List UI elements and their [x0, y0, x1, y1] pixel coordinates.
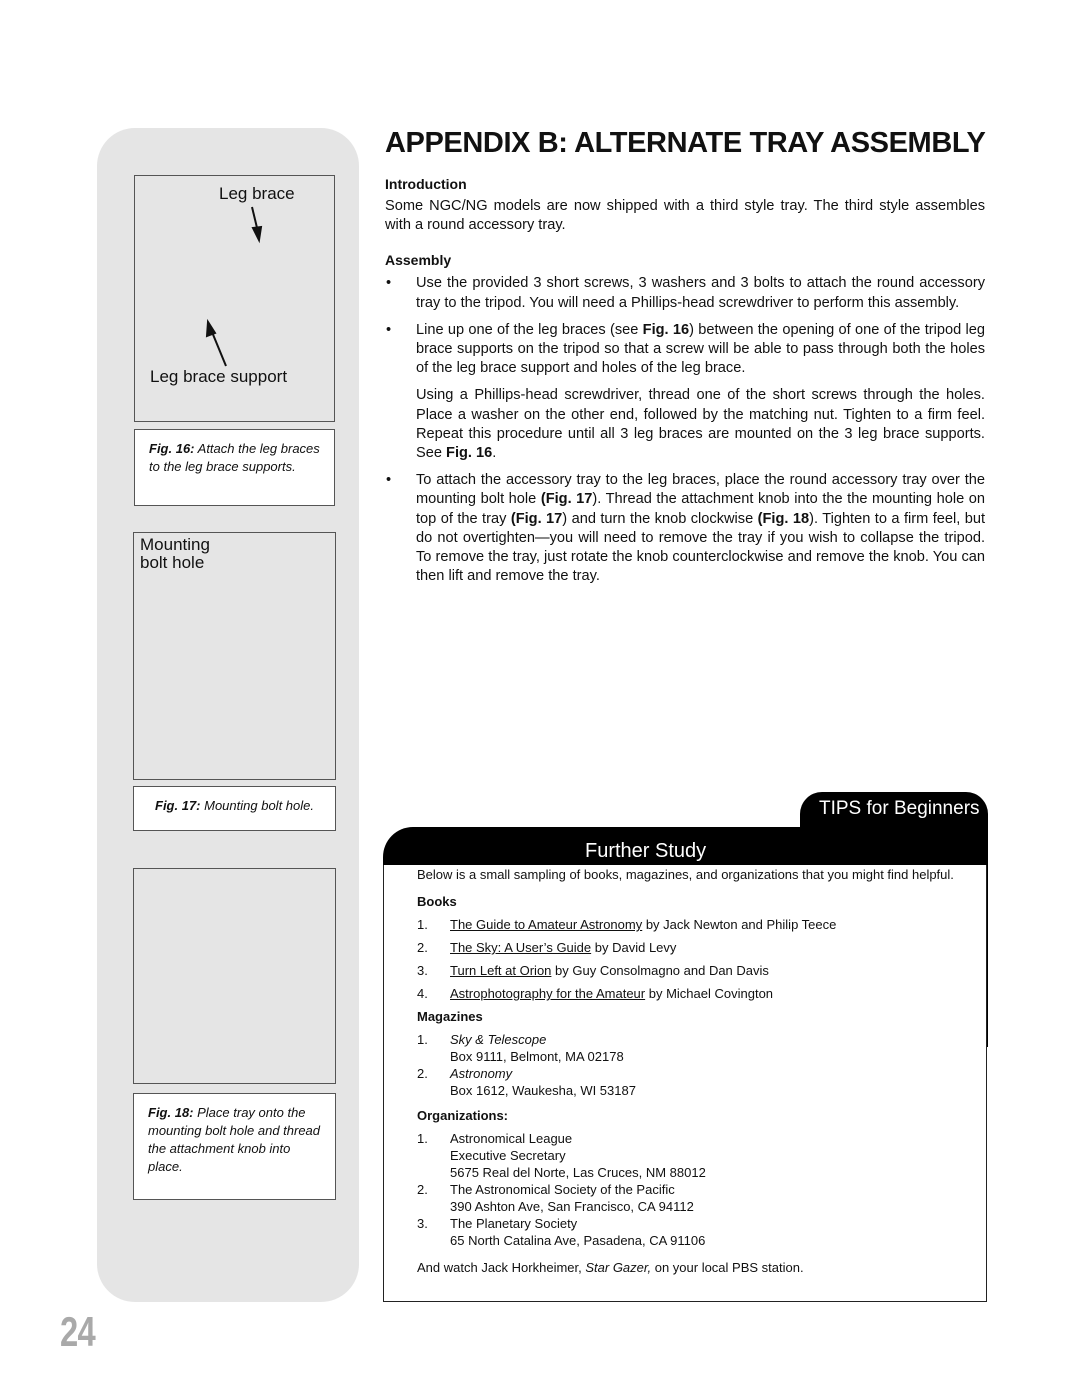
book-number: 2. [417, 940, 428, 955]
book-title-link[interactable]: Astrophotography for the Amateur [450, 986, 645, 1001]
organization-number: 3. [417, 1216, 428, 1231]
book-author: by Guy Consolmagno and Dan Davis [551, 963, 769, 978]
magazine-number: 2. [417, 1066, 428, 1081]
figure-16-caption: Fig. 16: Attach the leg braces to the le… [134, 429, 335, 506]
further-study-content: Below is a small sampling of books, maga… [417, 866, 977, 1276]
further-study-intro: Below is a small sampling of books, maga… [417, 867, 954, 882]
fig-17-reference: (Fig. 17 [510, 510, 563, 527]
closing-text-a: And watch Jack Horkheimer, [417, 1260, 586, 1275]
organizations-list: 1. Astronomical League Executive Secretary… [417, 1130, 977, 1249]
fig-18-reference: (Fig. 18 [757, 510, 810, 527]
introduction-text: Some NGC/NG models are now shipped with … [385, 198, 985, 234]
magazine-item: 2. Astronomy Box 1612, Waukesha, WI 53187 [417, 1065, 977, 1099]
tips-tab-label: TIPS for Beginners [819, 798, 980, 819]
book-title-link[interactable]: The Guide to Amateur Astronomy [450, 917, 642, 932]
assembly-step-2-detail-text-a: Using a Phillips-head screwdriver, threa… [416, 387, 985, 462]
assembly-step-1-text: Use the provided 3 short screws, 3 washe… [416, 275, 985, 311]
page-title: APPENDIX B: ALTERNATE TRAY ASSEMBLY [385, 127, 986, 159]
book-number: 4. [417, 986, 428, 1001]
further-study-title: Further Study [585, 840, 707, 862]
figure-18-caption: Fig. 18: Place tray onto the mounting bo… [133, 1093, 336, 1200]
book-author: by Michael Covington [645, 986, 774, 1001]
organizations-heading: Organizations: [417, 1108, 509, 1123]
book-item: 4. Astrophotography for the Amateur by Mi… [417, 985, 977, 1002]
page-number: 24 [60, 1308, 96, 1355]
magazine-number: 1. [417, 1032, 428, 1047]
books-list: 1. The Guide to Amateur Astronomy by Jack… [417, 916, 977, 1002]
fig-16-reference: Fig. 16 [446, 445, 493, 462]
magazine-address: Box 9111, Belmont, MA 02178 [450, 1049, 624, 1064]
further-study-header: Further Study [383, 827, 988, 865]
fig-17-reference: (Fig. 17 [540, 491, 593, 508]
figure-17-label-line1: Mounting [140, 535, 210, 554]
organization-item: 1. Astronomical League Executive Secretary… [417, 1130, 977, 1181]
book-author: by Jack Newton and Philip Teece [642, 917, 837, 932]
introduction-heading: Introduction [385, 176, 467, 192]
magazine-item: 1. Sky & Telescope Box 9111, Belmont, MA 0… [417, 1031, 977, 1065]
organization-address-line: Executive Secretary [450, 1148, 566, 1163]
book-title-link[interactable]: The Sky: A User’s Guide [450, 940, 591, 955]
organization-name: The Planetary Society [450, 1216, 578, 1231]
figure-18-image [133, 868, 336, 1084]
organization-name: Astronomical League [450, 1131, 573, 1146]
magazines-list: 1. Sky & Telescope Box 9111, Belmont, MA 0… [417, 1031, 977, 1099]
main-content: APPENDIX B: ALTERNATE TRAY ASSEMBLY Intr… [385, 126, 986, 586]
assembly-step-2-detail-text-b: . [492, 445, 497, 462]
organization-number: 1. [417, 1131, 428, 1146]
bullet-icon: • [386, 472, 392, 489]
figure-17-caption: Fig. 17: Mounting bolt hole. [133, 786, 336, 831]
figure-17-caption-number: Fig. 17: [155, 798, 201, 813]
organization-name: The Astronomical Society of the Pacific [450, 1182, 675, 1197]
bullet-icon: • [386, 321, 392, 338]
figure-16-caption-number: Fig. 16: [149, 441, 195, 456]
assembly-step-2-text-a: Line up one of the leg braces (see [416, 321, 643, 338]
book-number: 1. [417, 917, 428, 932]
books-heading: Books [417, 894, 457, 909]
figure-18-caption-number: Fig. 18: [148, 1105, 194, 1120]
organization-address-line: 65 North Catalina Ave, Pasadena, CA 9110… [450, 1233, 706, 1248]
figure-17-caption-text: Mounting bolt hole. [200, 798, 314, 813]
magazine-name: Astronomy [450, 1066, 513, 1081]
magazine-address: Box 1612, Waukesha, WI 53187 [450, 1083, 636, 1098]
assembly-step-2-detail: Using a Phillips-head screwdriver, threa… [385, 386, 985, 463]
book-item: 2. The Sky: A User’s Guide by David Levy [417, 939, 977, 956]
organization-item: 2. The Astronomical Society of the Pacifi… [417, 1181, 977, 1215]
book-item: 1. The Guide to Amateur Astronomy by Jack… [417, 916, 977, 933]
star-gazer-show: Star Gazer, [585, 1260, 652, 1275]
assembly-heading: Assembly [385, 252, 452, 269]
book-title-link[interactable]: Turn Left at Orion [450, 963, 551, 978]
book-author: by David Levy [591, 940, 677, 955]
magazine-name: Sky & Telescope [450, 1032, 547, 1047]
book-item: 3. Turn Left at Orion by Guy Consolmagno … [417, 962, 977, 979]
organization-item: 3. The Planetary Society 65 North Catalina… [417, 1215, 977, 1249]
closing-note: And watch Jack Horkheimer, Star Gazer, o… [417, 1259, 977, 1276]
assembly-step-1: • Use the provided 3 short screws, 3 was… [385, 274, 985, 312]
organization-address-line: 5675 Real del Norte, Las Cruces, NM 8801… [450, 1165, 706, 1180]
closing-text-b: on your local PBS station. [651, 1260, 804, 1275]
figure-17-label-line2: bolt hole [140, 553, 205, 572]
bullet-icon: • [386, 275, 392, 292]
fig-16-reference: Fig. 16 [642, 321, 690, 338]
book-number: 3. [417, 963, 428, 978]
magazines-heading: Magazines [417, 1009, 483, 1024]
organization-number: 2. [417, 1182, 428, 1197]
assembly-step-3: • To attach the accessory tray to the le… [385, 471, 985, 586]
assembly-step-3-text-c: ) and turn the knob clockwise [562, 510, 758, 527]
assembly-step-2: • Line up one of the leg braces (see Fig… [385, 321, 985, 379]
organization-address-line: 390 Ashton Ave, San Francisco, CA 94112 [450, 1199, 694, 1214]
